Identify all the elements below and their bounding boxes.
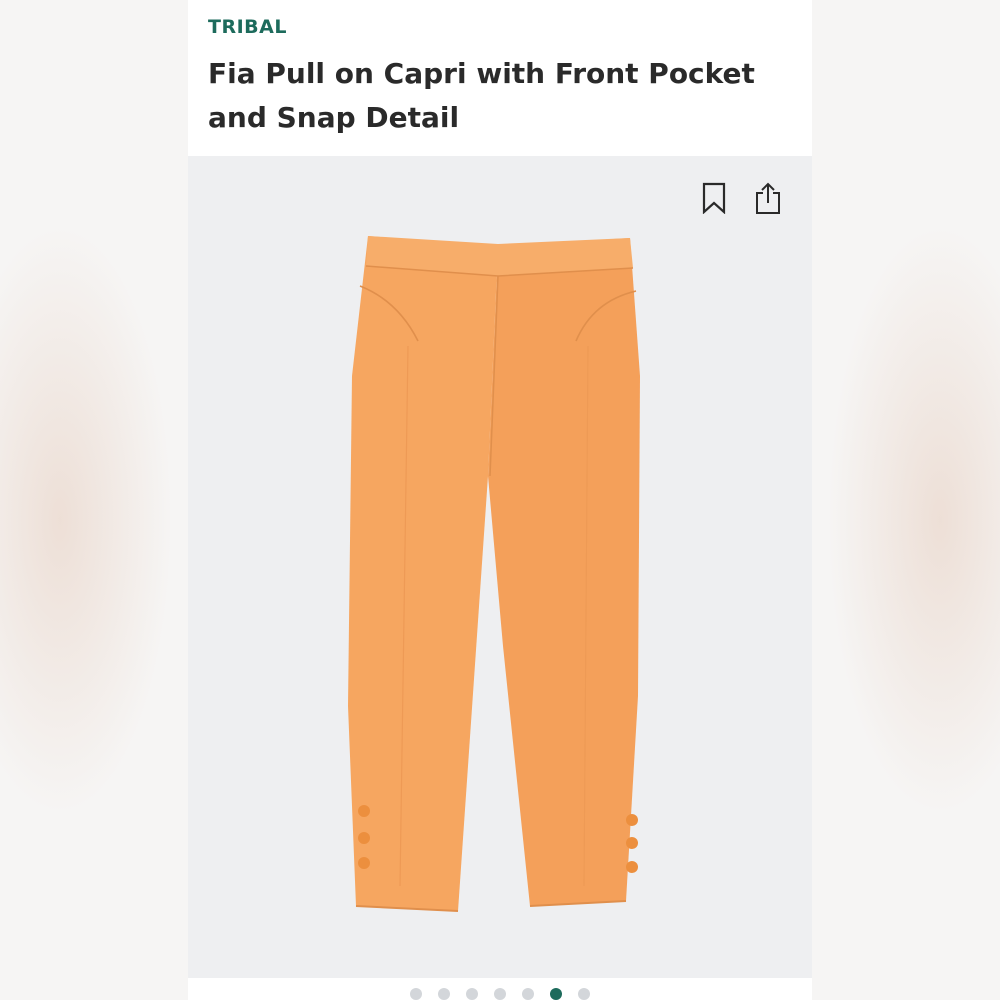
carousel-dot[interactable] <box>466 988 478 1000</box>
product-header: TRIBAL Fia Pull on Capri with Front Pock… <box>188 0 812 156</box>
bookmark-icon <box>702 182 726 214</box>
product-card: TRIBAL Fia Pull on Capri with Front Pock… <box>188 0 812 1000</box>
brand-name[interactable]: TRIBAL <box>208 16 287 38</box>
carousel-dot[interactable] <box>522 988 534 1000</box>
carousel-dot-active[interactable] <box>550 988 562 1000</box>
bookmark-button[interactable] <box>696 178 732 218</box>
capri-pants-image <box>348 236 640 912</box>
carousel-dot[interactable] <box>410 988 422 1000</box>
carousel-dot[interactable] <box>494 988 506 1000</box>
carousel-dot[interactable] <box>578 988 590 1000</box>
carousel-indicator <box>188 988 812 1000</box>
carousel-dot[interactable] <box>438 988 450 1000</box>
product-title: Fia Pull on Capri with Front Pocket and … <box>208 57 755 134</box>
share-button[interactable] <box>750 178 786 218</box>
product-image-gallery[interactable] <box>188 156 812 978</box>
share-icon <box>756 182 780 214</box>
